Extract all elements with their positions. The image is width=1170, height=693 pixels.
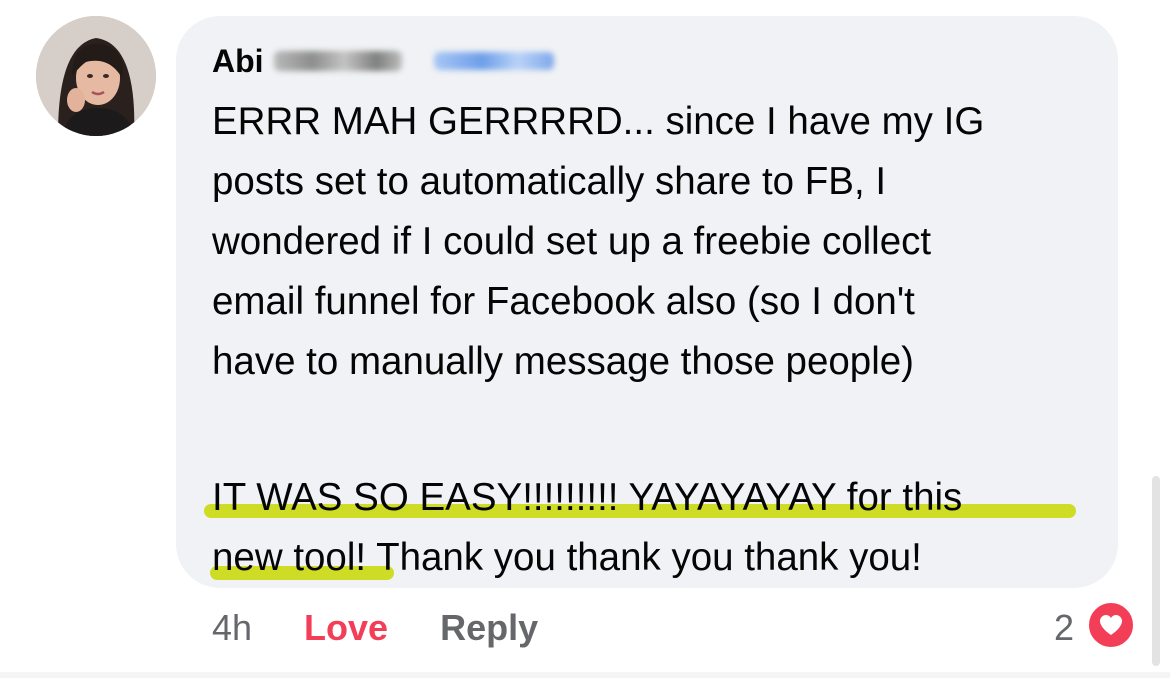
reply-button[interactable]: Reply bbox=[440, 607, 538, 649]
heart-icon[interactable] bbox=[1086, 600, 1136, 650]
redacted-follow-link[interactable] bbox=[433, 52, 554, 70]
divider bbox=[0, 672, 1170, 678]
timestamp[interactable]: 4h bbox=[212, 607, 252, 649]
comment-paragraph-1: ERRR MAH GERRRRD... since I have my IG p… bbox=[212, 100, 985, 383]
scrollbar[interactable] bbox=[1152, 476, 1160, 666]
reaction-count[interactable]: 2 bbox=[1054, 604, 1074, 652]
redacted-surname bbox=[273, 51, 402, 71]
comment-actions: 4h Love Reply bbox=[212, 600, 538, 656]
comment-bubble: Abi ERRR MAH GERRRRD... since I have my … bbox=[176, 16, 1118, 588]
profile-photo-icon bbox=[36, 16, 156, 136]
comment-paragraph-2: IT WAS SO EASY!!!!!!!!! YAYAYAYAY for th… bbox=[212, 468, 962, 588]
heart-shape-icon bbox=[1100, 615, 1122, 635]
love-button[interactable]: Love bbox=[304, 607, 388, 649]
avatar[interactable] bbox=[36, 16, 156, 136]
author-name[interactable]: Abi bbox=[212, 40, 264, 82]
comment-line: new tool! Thank you thank you thank you! bbox=[212, 536, 922, 579]
comment-header: Abi bbox=[212, 40, 1088, 82]
comment-line: IT WAS SO EASY!!!!!!!!! YAYAYAYAY for th… bbox=[212, 476, 963, 519]
